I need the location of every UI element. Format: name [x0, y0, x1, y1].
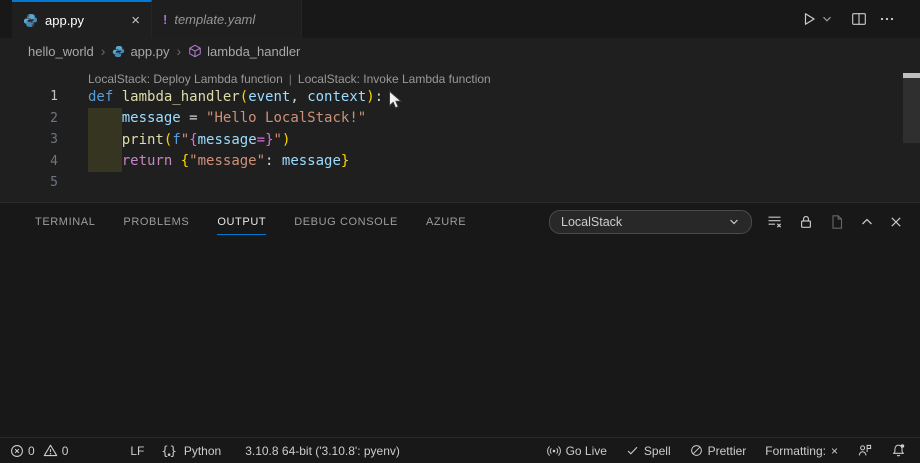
formatting-label: Formatting: [765, 444, 826, 458]
panel-tab-azure[interactable]: AZURE [426, 203, 466, 240]
panel-tab-terminal[interactable]: TERMINAL [35, 203, 95, 240]
braces-icon: {}• [161, 444, 177, 458]
close-icon[interactable]: × [131, 13, 140, 28]
line-number: 2 [0, 111, 58, 126]
line-number: 4 [0, 154, 58, 169]
breadcrumb-separator: › [176, 43, 181, 59]
python-interpreter-status[interactable]: 3.10.8 64-bit ('3.10.8': pyenv) [245, 444, 400, 458]
warning-icon [43, 443, 58, 458]
breadcrumb-symbol[interactable]: lambda_handler [188, 44, 300, 59]
editor-actions [798, 0, 920, 38]
go-live-label: Go Live [566, 444, 607, 458]
run-icon[interactable] [798, 8, 820, 30]
tab-template-yaml[interactable]: ! template.yaml [152, 0, 302, 38]
panel-tab-output[interactable]: OUTPUT [217, 203, 266, 240]
status-bar-right: Go Live Spell Prettier Formatting: × [547, 443, 910, 458]
mouse-cursor-pointer [388, 90, 403, 116]
panel-tab-problems[interactable]: PROBLEMS [123, 203, 189, 240]
breadcrumb-folder[interactable]: hello_world [28, 44, 94, 59]
feedback-status[interactable] [857, 443, 872, 458]
slash-circle-icon [690, 444, 703, 457]
spell-status[interactable]: Spell [626, 444, 671, 458]
python-icon [112, 45, 125, 58]
breadcrumb: hello_world › app.py › lambda_handler [0, 38, 920, 64]
eol-indicator[interactable]: LF [130, 444, 144, 458]
breadcrumb-file[interactable]: app.py [112, 44, 169, 59]
formatting-state: × [831, 444, 838, 458]
warning-count: 0 [62, 444, 69, 458]
formatting-status[interactable]: Formatting: × [765, 444, 838, 458]
line-number: 1 [0, 89, 58, 104]
codelens-separator: | [289, 72, 292, 86]
language-label: Python [184, 444, 221, 458]
split-editor-icon[interactable] [848, 8, 870, 30]
bell-icon [891, 443, 906, 458]
maximize-panel-icon[interactable] [860, 215, 874, 229]
error-count: 0 [28, 444, 35, 458]
code-line[interactable]: 5 [0, 172, 920, 194]
panel-actions: LocalStack [549, 210, 920, 234]
code-line[interactable]: 2 message = "Hello LocalStack!" [0, 108, 920, 130]
tab-app-py[interactable]: app.py × [12, 0, 152, 38]
codelens: LocalStack: Deploy Lambda function | Loc… [0, 64, 920, 86]
notifications-status[interactable] [891, 443, 906, 458]
check-icon [626, 444, 639, 457]
line-number: 5 [0, 175, 58, 190]
python-icon [23, 13, 38, 28]
panel-header: TERMINAL PROBLEMS OUTPUT DEBUG CONSOLE AZURE… [0, 202, 920, 240]
editor-tab-bar: app.py × ! template.yaml [0, 0, 920, 38]
vscode-window: app.py × ! template.yaml [0, 0, 920, 463]
clear-output-icon[interactable] [767, 214, 783, 230]
language-status[interactable]: {}• Python [161, 444, 221, 458]
broadcast-icon [547, 444, 561, 458]
code-editor[interactable]: LocalStack: Deploy Lambda function | Loc… [0, 64, 920, 202]
codelens-invoke-link[interactable]: LocalStack: Invoke Lambda function [298, 72, 491, 86]
tab-label: template.yaml [174, 12, 255, 27]
editor-scrollbar[interactable] [903, 73, 920, 143]
tab-label: app.py [45, 13, 84, 28]
indent-highlight [88, 108, 122, 173]
open-log-file-icon[interactable] [829, 214, 845, 230]
codelens-deploy-link[interactable]: LocalStack: Deploy Lambda function [88, 72, 283, 86]
breadcrumb-separator: › [101, 43, 106, 59]
panel-tab-debug-console[interactable]: DEBUG CONSOLE [294, 203, 398, 240]
output-panel-content[interactable] [0, 240, 920, 437]
run-dropdown-chevron-icon[interactable] [820, 8, 834, 30]
lock-icon[interactable] [798, 214, 814, 230]
code-line[interactable]: 1def lambda_handler(event, context): [0, 86, 920, 108]
error-icon [10, 444, 24, 458]
breadcrumb-file-label: app.py [130, 44, 169, 59]
go-live-status[interactable]: Go Live [547, 444, 607, 458]
chevron-down-icon [728, 216, 740, 228]
close-panel-icon[interactable] [889, 215, 903, 229]
code-lines: 1def lambda_handler(event, context):2 me… [0, 86, 920, 194]
output-channel-select[interactable]: LocalStack [549, 210, 752, 234]
problems-status[interactable]: 0 0 [10, 443, 68, 458]
symbol-cube-icon [188, 44, 202, 58]
code-line[interactable]: 4 return {"message": message} [0, 151, 920, 173]
spell-label: Spell [644, 444, 671, 458]
prettier-label: Prettier [708, 444, 747, 458]
output-channel-value: LocalStack [561, 215, 622, 229]
yaml-warning-icon: ! [163, 12, 167, 27]
prettier-status[interactable]: Prettier [690, 444, 747, 458]
code-line[interactable]: 3 print(f"{message=}") [0, 129, 920, 151]
status-bar: 0 0 LF {}• Python 3.10.8 64-bit ('3.10.8… [0, 437, 920, 463]
line-number: 3 [0, 132, 58, 147]
breadcrumb-symbol-label: lambda_handler [207, 44, 300, 59]
code-text: def lambda_handler(event, context): [58, 89, 383, 105]
more-actions-icon[interactable] [876, 8, 898, 30]
person-flag-icon [857, 443, 872, 458]
scrollbar-decoration [903, 73, 920, 78]
panel-tabs: TERMINAL PROBLEMS OUTPUT DEBUG CONSOLE AZURE [0, 203, 466, 240]
